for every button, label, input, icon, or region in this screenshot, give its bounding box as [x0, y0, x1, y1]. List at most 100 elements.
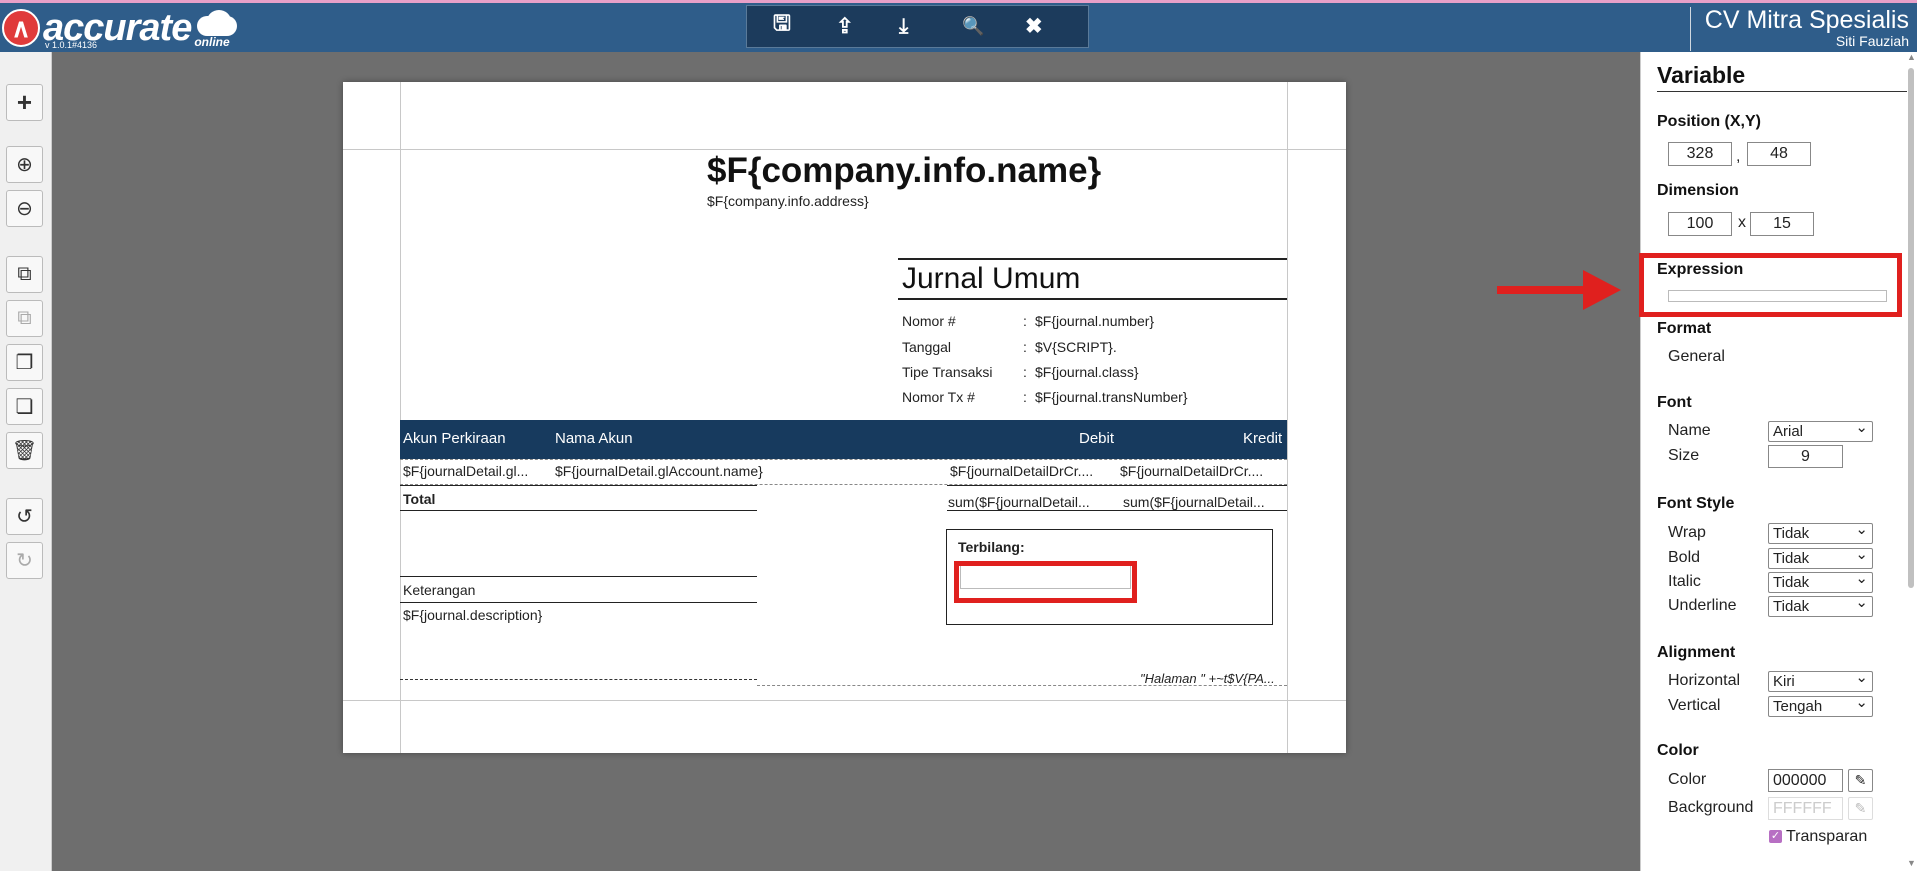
wrap-select[interactable]: Tidak	[1768, 520, 1873, 544]
total-kredit-field[interactable]: sum($F{journalDetail...	[1123, 494, 1285, 510]
description-field[interactable]: $F{journal.description}	[403, 607, 542, 623]
accurate-logo[interactable]: ∧ accurate online v 1.0.1#4136	[2, 5, 241, 51]
info-value[interactable]: $F{journal.number}	[1035, 313, 1154, 329]
keterangan-label[interactable]: Keterangan	[403, 582, 475, 598]
info-label[interactable]: Nomor #	[902, 313, 956, 329]
dimension-height-input[interactable]	[1750, 212, 1814, 236]
property-panel: Variable Position (X,Y) , Dimension x Ex…	[1640, 52, 1917, 871]
font-name-select[interactable]: Arial	[1768, 418, 1873, 442]
send-to-back-button[interactable]: ❏	[6, 388, 43, 425]
panel-scrollbar[interactable]: ▲ ▼	[1907, 52, 1916, 868]
background-picker-button[interactable]: ✎	[1848, 797, 1873, 820]
scroll-up-icon[interactable]: ▲	[1907, 52, 1916, 62]
format-value[interactable]: General	[1668, 348, 1725, 366]
keterangan-top-line[interactable]	[400, 576, 757, 577]
background-input[interactable]	[1768, 797, 1843, 820]
pencil-icon: ✎	[1854, 772, 1867, 788]
info-label[interactable]: Tipe Transaksi	[902, 364, 993, 380]
scroll-down-icon[interactable]: ▼	[1907, 858, 1916, 868]
dimension-separator: x	[1738, 214, 1746, 231]
title-top-line[interactable]	[898, 258, 1287, 260]
company-name-field[interactable]: $F{company.info.name}	[707, 151, 1101, 191]
import-button[interactable]: ⤓	[899, 7, 962, 47]
info-sep: :	[1023, 389, 1027, 405]
vertical-label: Vertical	[1668, 697, 1721, 714]
copy-button[interactable]: ⧉	[6, 256, 43, 293]
italic-select[interactable]: Tidak	[1768, 569, 1873, 593]
italic-label: Italic	[1668, 573, 1701, 590]
delete-button[interactable]: 🗑	[6, 432, 43, 469]
table-header[interactable]: Akun Perkiraan Nama Akun Debit Kredit	[400, 420, 1287, 459]
transparan-label: Transparan	[1786, 828, 1868, 845]
underline-label: Underline	[1668, 597, 1737, 614]
report-page-canvas[interactable]: $F{company.info.name} $F{company.info.ad…	[343, 82, 1346, 753]
color-input[interactable]	[1768, 769, 1843, 792]
col-kredit-header[interactable]: Kredit	[1243, 430, 1282, 447]
info-sep: :	[1023, 364, 1027, 380]
info-label[interactable]: Tanggal	[902, 339, 951, 355]
color-picker-button[interactable]: ✎	[1848, 769, 1873, 792]
total-debit-field[interactable]: sum($F{journalDetail...	[948, 494, 1108, 510]
zoom-out-icon: ⊖	[16, 198, 33, 220]
terbilang-label[interactable]: Terbilang:	[958, 539, 1025, 555]
footer-band-line	[757, 685, 1287, 686]
total-bottom-line[interactable]	[400, 510, 757, 511]
close-button[interactable]: ✖	[1025, 7, 1088, 47]
copy-icon: ⧉	[17, 263, 32, 285]
scrollbar-thumb[interactable]	[1908, 68, 1914, 588]
page-number-field[interactable]: "Halaman " +~t$V{PA...	[1140, 671, 1285, 686]
save-button[interactable]: 🖫	[773, 7, 836, 47]
total-label[interactable]: Total	[403, 491, 435, 507]
zoom-in-button[interactable]: ⊕	[6, 146, 43, 183]
add-element-button[interactable]: +	[6, 84, 43, 121]
bring-to-front-button[interactable]: ❐	[6, 344, 43, 381]
save-icon: 🖫	[773, 12, 791, 35]
redo-button[interactable]: ↻	[6, 542, 43, 579]
detail-kredit-field[interactable]: $F{journalDetailDrCr....	[1120, 463, 1285, 479]
vertical-align-select[interactable]: Tengah	[1768, 693, 1873, 717]
zoom-in-icon: ⊕	[16, 154, 33, 176]
horizontal-align-select[interactable]: Kiri	[1768, 668, 1873, 692]
logo-sub: online	[194, 35, 230, 49]
detail-nama-field[interactable]: $F{journalDetail.glAccount.name}	[555, 463, 763, 479]
company-info[interactable]: CV Mitra Spesialis Siti Fauziah	[1689, 6, 1909, 51]
position-y-input[interactable]	[1747, 142, 1811, 166]
format-label: Format	[1657, 320, 1712, 337]
transparan-checkbox[interactable]: ✓	[1769, 830, 1782, 843]
detail-debit-field[interactable]: $F{journalDetailDrCr....	[950, 463, 1110, 479]
title-bottom-line[interactable]	[898, 298, 1287, 300]
info-label[interactable]: Nomor Tx #	[902, 389, 975, 405]
send-back-icon: ❏	[15, 396, 34, 418]
top-header: ∧ accurate online v 1.0.1#4136 🖫 ⇪ ⤓ 🔍 ✖…	[0, 0, 1917, 52]
version-label: v 1.0.1#4136	[45, 40, 98, 50]
preview-button[interactable]: 🔍	[962, 7, 1025, 47]
keterangan-bottom-line[interactable]	[400, 602, 757, 603]
export-button[interactable]: ⇪	[836, 7, 899, 47]
total-line-right[interactable]	[947, 485, 1287, 486]
close-icon: ✖	[1025, 15, 1043, 38]
col-akun-header[interactable]: Akun Perkiraan	[403, 430, 506, 447]
company-address-field[interactable]: $F{company.info.address}	[707, 193, 869, 209]
detail-akun-field[interactable]: $F{journalDetail.gl...	[403, 463, 546, 479]
info-sep: :	[1023, 339, 1027, 355]
zoom-out-button[interactable]: ⊖	[6, 190, 43, 227]
redo-icon: ↻	[16, 550, 33, 572]
position-x-input[interactable]	[1668, 142, 1732, 166]
dimension-width-input[interactable]	[1668, 212, 1732, 236]
paste-button[interactable]: ⧉	[6, 300, 43, 337]
report-title[interactable]: Jurnal Umum	[902, 262, 1080, 296]
total-top-line[interactable]	[400, 485, 757, 486]
underline-select[interactable]: Tidak	[1768, 593, 1873, 617]
company-name: CV Mitra Spesialis	[1704, 6, 1909, 34]
total-line-right-bottom[interactable]	[947, 510, 1287, 511]
col-debit-header[interactable]: Debit	[1079, 430, 1114, 447]
font-label: Font	[1657, 394, 1692, 411]
info-value[interactable]: $F{journal.class}	[1035, 364, 1139, 380]
footer-dashed-line[interactable]	[400, 679, 757, 680]
bold-select[interactable]: Tidak	[1768, 545, 1873, 569]
info-value[interactable]: $F{journal.transNumber}	[1035, 389, 1188, 405]
font-size-input[interactable]	[1768, 445, 1843, 468]
info-value[interactable]: $V{SCRIPT}.	[1035, 339, 1117, 355]
undo-button[interactable]: ↺	[6, 498, 43, 535]
col-nama-header[interactable]: Nama Akun	[555, 430, 633, 447]
